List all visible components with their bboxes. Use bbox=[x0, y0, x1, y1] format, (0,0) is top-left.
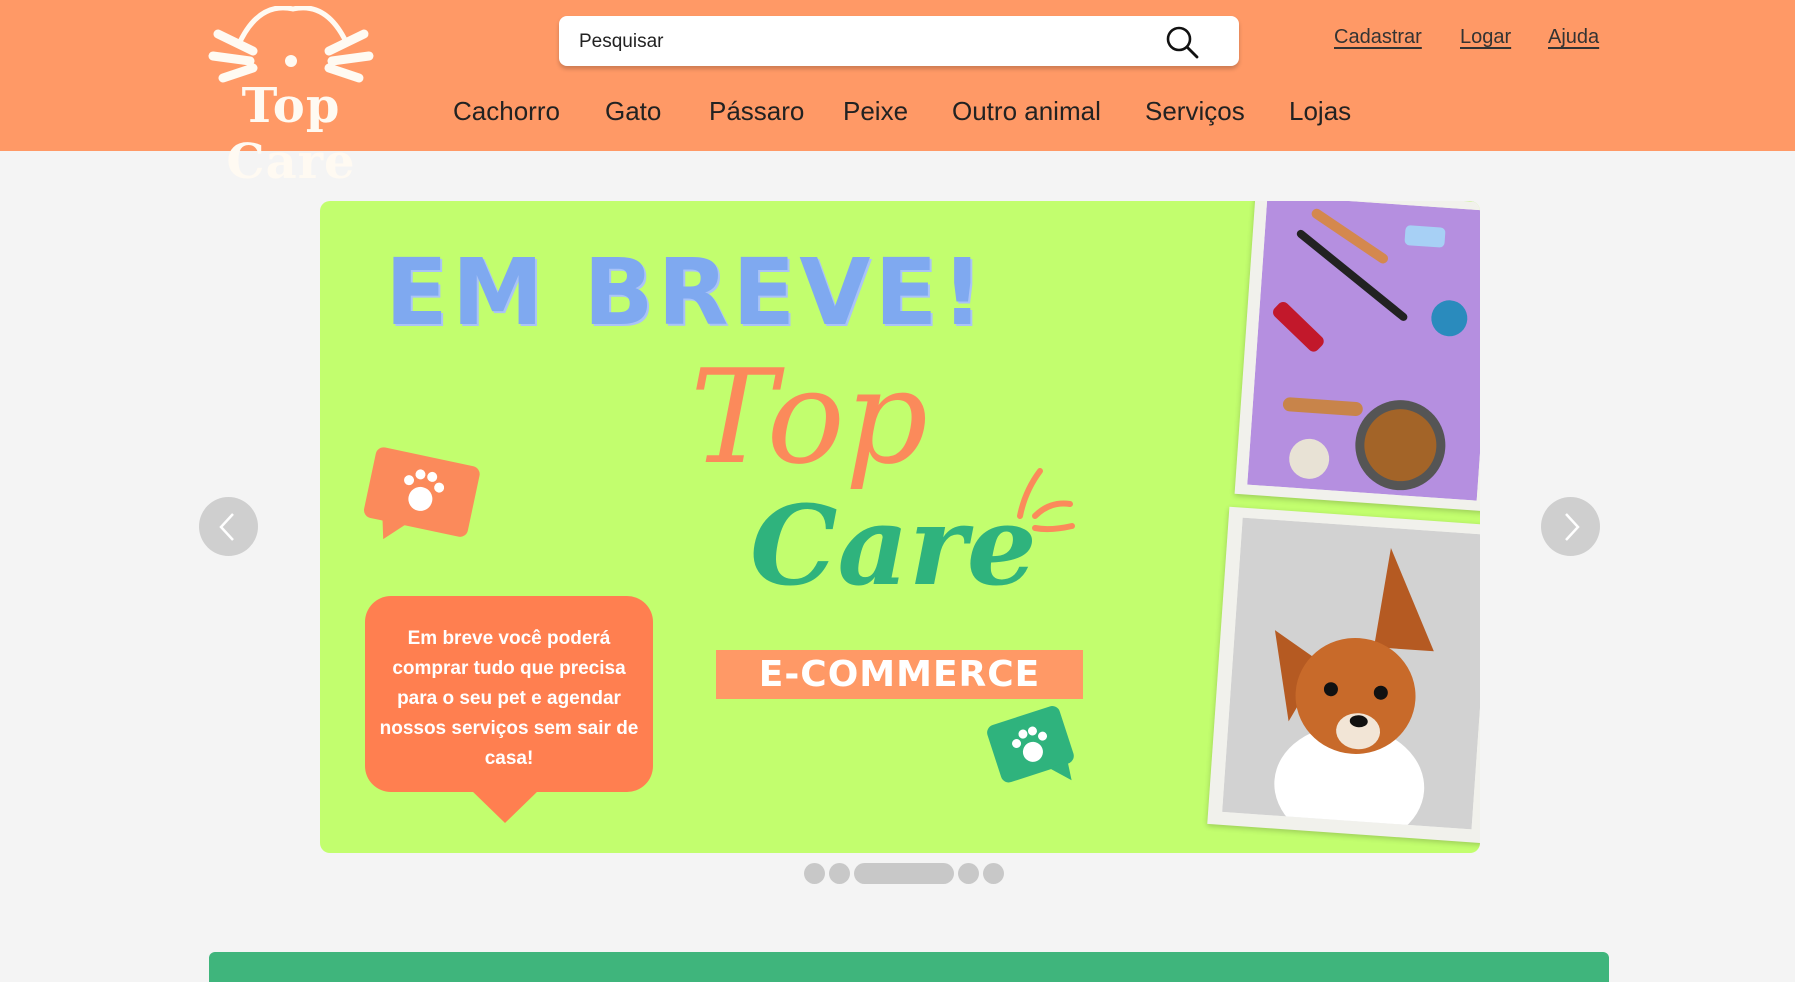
promo-banner[interactable]: EM BREVE! Top Care E-COMMERCE Em breve v… bbox=[320, 201, 1480, 853]
cat-face-icon bbox=[208, 5, 374, 83]
search-input[interactable] bbox=[577, 16, 1161, 68]
nav-outro-animal[interactable]: Outro animal bbox=[952, 96, 1101, 127]
carousel-dot-active[interactable] bbox=[854, 863, 954, 884]
ecommerce-tag: E-COMMERCE bbox=[716, 650, 1083, 699]
paw-bubble-orange-icon bbox=[363, 447, 480, 540]
banner-brand-top: Top bbox=[690, 341, 929, 493]
help-link[interactable]: Ajuda bbox=[1548, 26, 1599, 49]
chevron-left-icon bbox=[219, 513, 234, 541]
nav-passaro[interactable]: Pássaro bbox=[709, 96, 804, 127]
sparkle-lines-icon bbox=[1017, 468, 1075, 533]
top-care-logo[interactable]: Top Care bbox=[198, 5, 384, 190]
dog-image bbox=[1222, 517, 1480, 830]
carousel-dot-2[interactable] bbox=[829, 863, 850, 884]
banner-headline: EM BREVE! bbox=[385, 239, 988, 346]
chevron-right-icon bbox=[1565, 513, 1580, 541]
logo-text: Top Care bbox=[226, 78, 356, 190]
nav-servicos[interactable]: Serviços bbox=[1145, 96, 1245, 127]
dog-photo bbox=[1207, 506, 1480, 844]
speech-bubble: Em breve você poderá comprar tudo que pr… bbox=[365, 596, 653, 792]
pet-toys-image bbox=[1247, 201, 1480, 501]
paw-bubble-green-icon bbox=[987, 706, 1074, 783]
nav-peixe[interactable]: Peixe bbox=[843, 96, 908, 127]
carousel-dot-1[interactable] bbox=[804, 863, 825, 884]
carousel-next-button[interactable] bbox=[1541, 497, 1600, 556]
login-link[interactable]: Logar bbox=[1460, 26, 1511, 49]
banner-brand-care: Care bbox=[750, 481, 1037, 610]
carousel-dot-4[interactable] bbox=[958, 863, 979, 884]
search-box bbox=[559, 16, 1239, 68]
nav-gato[interactable]: Gato bbox=[605, 96, 661, 127]
next-section-bar bbox=[209, 952, 1609, 982]
site-header: Top Care Cadastrar Logar Ajuda Cachorro … bbox=[0, 0, 1795, 190]
nav-lojas[interactable]: Lojas bbox=[1289, 96, 1351, 127]
carousel-prev-button[interactable] bbox=[199, 497, 258, 556]
bubble-text: Em breve você poderá comprar tudo que pr… bbox=[379, 628, 639, 769]
pet-toys-photo bbox=[1234, 201, 1480, 512]
register-link[interactable]: Cadastrar bbox=[1334, 26, 1422, 49]
speech-bubble-tail bbox=[470, 789, 540, 823]
nav-cachorro[interactable]: Cachorro bbox=[453, 96, 560, 127]
search-icon[interactable] bbox=[1165, 25, 1199, 59]
carousel-dot-5[interactable] bbox=[983, 863, 1004, 884]
